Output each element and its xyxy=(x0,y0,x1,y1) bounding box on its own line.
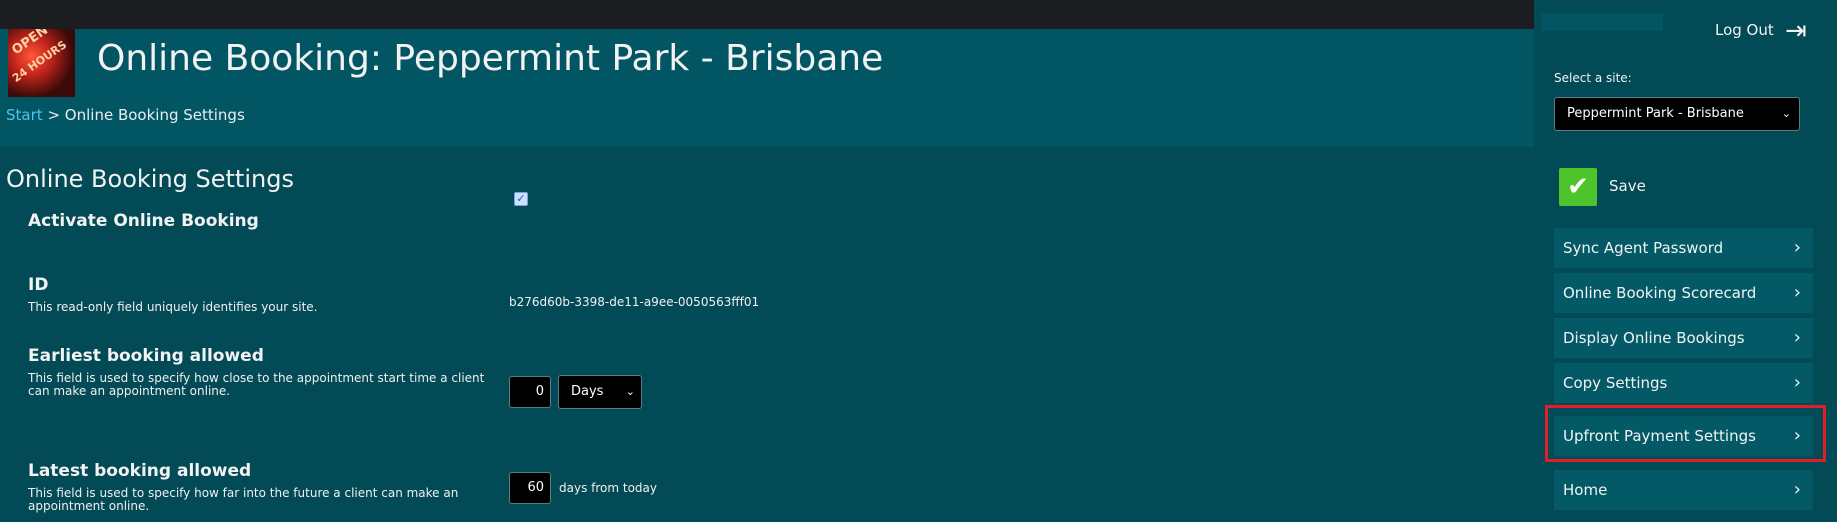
logout-icon[interactable]: ⇥ xyxy=(1785,16,1807,46)
section-title: Online Booking Settings xyxy=(6,165,294,193)
menu-item-copy-settings[interactable]: Copy Settings › xyxy=(1554,363,1813,403)
chevron-right-icon: › xyxy=(1793,479,1801,500)
chevron-right-icon: › xyxy=(1793,237,1801,258)
breadcrumb-current: Online Booking Settings xyxy=(64,106,245,124)
chevron-down-icon: ⌄ xyxy=(625,385,635,398)
save-button[interactable]: ✔ Save xyxy=(1559,168,1709,206)
site-select-label: Select a site: xyxy=(1554,71,1632,85)
earliest-label: Earliest booking allowed xyxy=(28,346,264,366)
breadcrumb: Start > Online Booking Settings xyxy=(6,106,245,124)
checkmark-icon: ✔ xyxy=(1559,168,1597,206)
highlight-box xyxy=(1545,405,1826,462)
activate-label: Activate Online Booking xyxy=(28,211,259,231)
menu-item-sync-agent-password[interactable]: Sync Agent Password › xyxy=(1554,228,1813,268)
chevron-right-icon: › xyxy=(1793,327,1801,348)
activate-row: Activate Online Booking xyxy=(28,211,1468,231)
latest-suffix: days from today xyxy=(559,481,657,495)
page-title: Online Booking: Peppermint Park - Brisba… xyxy=(97,38,884,79)
id-value: b276d60b-3398-de11-a9ee-0050563fff01 xyxy=(509,295,760,309)
latest-value-input[interactable]: 60 xyxy=(509,472,551,504)
sidebar-tab-accent xyxy=(1541,13,1663,31)
latest-label: Latest booking allowed xyxy=(28,461,252,481)
logout-link[interactable]: Log Out xyxy=(1715,21,1774,39)
earliest-row: Earliest booking allowed This field is u… xyxy=(28,346,1468,398)
earliest-unit-select[interactable]: Days ⌄ xyxy=(558,375,642,409)
breadcrumb-start-link[interactable]: Start xyxy=(6,106,43,124)
site-select-value: Peppermint Park - Brisbane xyxy=(1567,106,1744,121)
chevron-down-icon: ⌄ xyxy=(1781,107,1791,120)
earliest-unit-value: Days xyxy=(571,384,604,399)
page-header: OPEN 24 HOURS Online Booking: Peppermint… xyxy=(0,29,1534,147)
activate-checkbox[interactable]: ✓ xyxy=(514,192,528,206)
latest-row: Latest booking allowed This field is use… xyxy=(28,461,1468,513)
id-label: ID xyxy=(28,275,49,295)
earliest-description: This field is used to specify how close … xyxy=(28,371,485,398)
earliest-value-input[interactable]: 0 xyxy=(509,376,551,408)
menu-item-display-online-bookings[interactable]: Display Online Bookings › xyxy=(1554,318,1813,358)
sidebar: Log Out ⇥ Select a site: Peppermint Park… xyxy=(1534,0,1837,522)
save-label: Save xyxy=(1609,177,1646,195)
menu-item-home[interactable]: Home › xyxy=(1554,470,1813,510)
latest-description: This field is used to specify how far in… xyxy=(28,486,459,513)
chevron-right-icon: › xyxy=(1793,372,1801,393)
site-select[interactable]: Peppermint Park - Brisbane ⌄ xyxy=(1554,97,1800,131)
main-content: OPEN 24 HOURS Online Booking: Peppermint… xyxy=(0,29,1534,522)
menu-item-online-booking-scorecard[interactable]: Online Booking Scorecard › xyxy=(1554,273,1813,313)
breadcrumb-separator: > xyxy=(47,106,61,124)
chevron-right-icon: › xyxy=(1793,282,1801,303)
id-description: This read-only field uniquely identifies… xyxy=(28,300,318,314)
site-logo: OPEN 24 HOURS xyxy=(8,29,75,97)
